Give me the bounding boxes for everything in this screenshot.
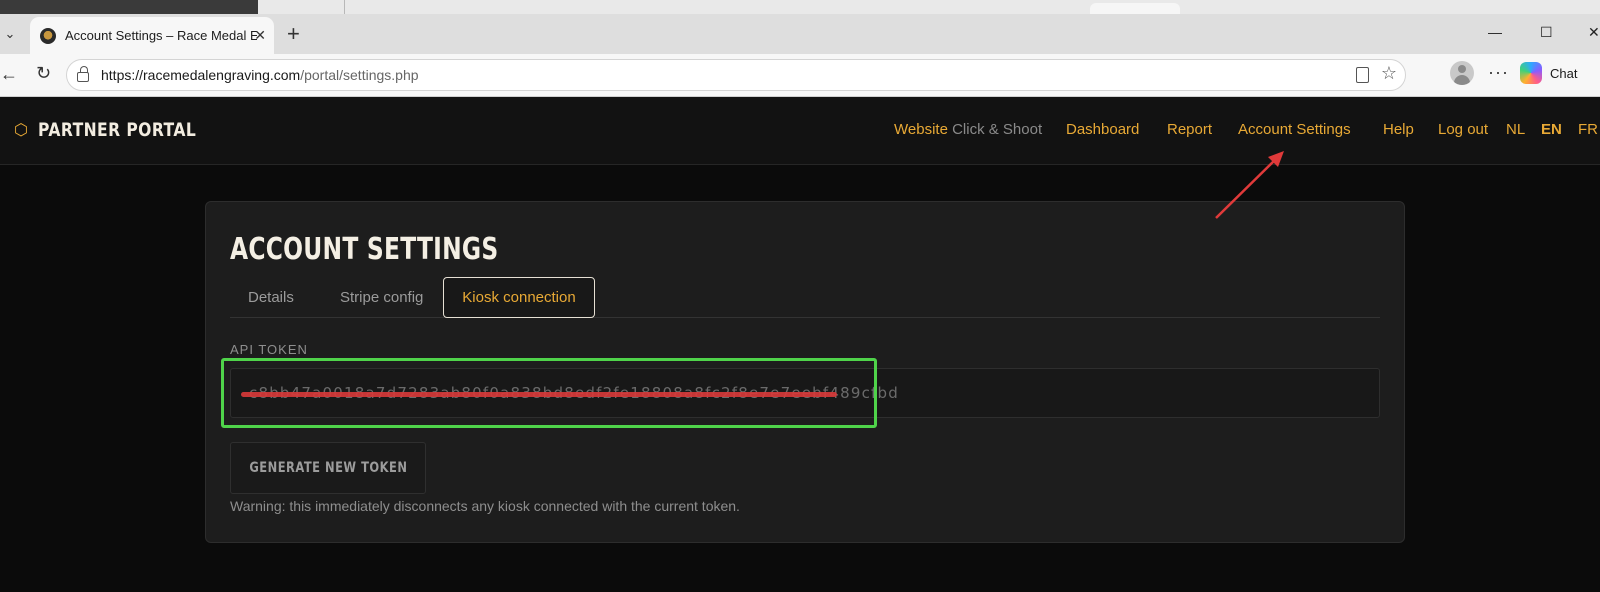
annotation-arrow-line bbox=[1215, 157, 1278, 219]
annotation-arrow bbox=[1215, 151, 1284, 219]
